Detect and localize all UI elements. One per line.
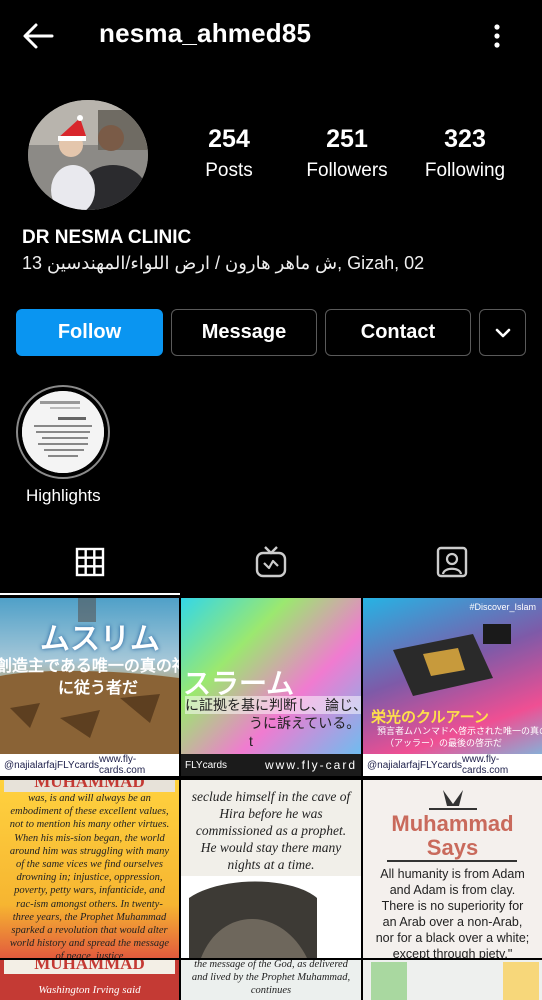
post-thumbnail[interactable]: ムスリム 創造主である唯一の真の神 に従う者だ @najialarfaj FLY… bbox=[0, 598, 179, 776]
message-button[interactable]: Message bbox=[171, 309, 317, 356]
following-count: 323 bbox=[444, 125, 486, 153]
post-banner: MUHAMMAD bbox=[4, 960, 175, 974]
post-art bbox=[371, 962, 539, 1000]
post-text: All humanity is from Adam and Adam is fr… bbox=[375, 867, 530, 958]
stat-following[interactable]: 323 Following bbox=[418, 125, 512, 182]
post-thumbnail[interactable]: Muhammad Says All humanity is from Adam … bbox=[363, 780, 542, 958]
post-line: （アッラー）の最後の啓示だ bbox=[385, 738, 503, 748]
post-thumbnail[interactable]: MUHAMMAD Washington Irving said bbox=[0, 960, 179, 1000]
highlight-thumbnail bbox=[22, 391, 104, 473]
highlight-cover bbox=[22, 391, 104, 473]
post-text: the message of the God, as delivered and… bbox=[191, 960, 351, 996]
post-title: 栄光のクルアーン bbox=[371, 709, 489, 726]
post-url: www.fly-cards.com bbox=[462, 754, 509, 776]
contact-button[interactable]: Contact bbox=[325, 309, 471, 356]
post-thumbnail[interactable]: スラーム に証拠を基に判断し、論じ、思い うに訴えている。t FLYcards … bbox=[181, 598, 361, 776]
post-thumbnail[interactable]: the message of the God, as delivered and… bbox=[181, 960, 361, 1000]
following-label: Following bbox=[424, 160, 506, 181]
post-brand: FLYcards bbox=[419, 759, 463, 771]
posts-count: 254 bbox=[208, 125, 250, 153]
post-thumbnail[interactable]: seclude himself in the cave of Hira befo… bbox=[181, 780, 361, 958]
stat-followers[interactable]: 251 Followers bbox=[300, 125, 394, 182]
post-thumbnail[interactable]: MUHAMMAD was, is and will always be an e… bbox=[0, 780, 179, 958]
post-line: 預言者ムハンマドへ啓示された唯一の真の神 bbox=[377, 726, 542, 736]
post-footer: @najialarfaj FLYcards www.fly-cards.com bbox=[363, 754, 542, 776]
posts-label: Posts bbox=[205, 160, 253, 181]
post-text: Washington Irving said bbox=[38, 984, 141, 996]
followers-label: Followers bbox=[306, 160, 388, 181]
post-line: うに訴えている。t bbox=[249, 715, 361, 749]
post-grid: ムスリム 創造主である唯一の真の神 に従う者だ @najialarfaj FLY… bbox=[0, 598, 542, 1000]
followers-count: 251 bbox=[326, 125, 368, 153]
post-line: に証拠を基に判断し、論じ、思い bbox=[185, 696, 361, 714]
bio-address[interactable]: 13 ش ماهر هارون / ارض اللواء/المهندسين, … bbox=[22, 253, 424, 274]
bio-name: DR NESMA CLINIC bbox=[22, 227, 192, 248]
post-line: 創造主である唯一の真の神 bbox=[0, 658, 179, 675]
grid-icon[interactable] bbox=[72, 544, 108, 580]
post-art bbox=[181, 876, 361, 958]
post-thumbnail[interactable] bbox=[363, 960, 542, 1000]
follow-button[interactable]: Follow bbox=[16, 309, 163, 356]
post-url: www.fly-cards.com bbox=[99, 754, 146, 776]
top-bar: nesma_ahmed85 bbox=[0, 0, 542, 70]
post-title: Muhammad Says bbox=[391, 811, 514, 860]
post-thumbnail[interactable]: #Discover_Islam 栄光のクルアーン 預言者ムハンマドへ啓示された唯… bbox=[363, 598, 542, 776]
post-brand: FLYcards bbox=[56, 759, 100, 771]
post-handle: @najialarfaj bbox=[367, 759, 420, 771]
post-text: was, is and will always be an embodiment… bbox=[9, 793, 170, 958]
post-handle: @najialarfaj bbox=[4, 759, 57, 771]
post-url: www.fly-card bbox=[264, 758, 357, 772]
arrow-left-icon[interactable] bbox=[20, 18, 56, 54]
chevron-down-icon bbox=[495, 328, 510, 337]
igtv-icon[interactable] bbox=[253, 544, 289, 580]
post-banner: MUHAMMAD bbox=[4, 780, 175, 792]
highlight-label: Highlights bbox=[26, 486, 101, 505]
tagged-user-icon[interactable] bbox=[434, 544, 470, 580]
avatar-photo bbox=[28, 100, 148, 210]
suggested-accounts-button[interactable] bbox=[479, 309, 526, 356]
post-brand: FLYcards bbox=[185, 759, 228, 771]
profile-avatar[interactable] bbox=[28, 100, 148, 210]
profile-username: nesma_ahmed85 bbox=[99, 18, 312, 48]
post-art bbox=[393, 624, 511, 696]
stat-posts[interactable]: 254 Posts bbox=[192, 125, 266, 182]
active-tab-indicator bbox=[0, 593, 180, 595]
post-footer: FLYcards www.fly-card bbox=[181, 754, 361, 776]
highlight-item[interactable] bbox=[16, 385, 110, 479]
profile-tabs bbox=[0, 530, 542, 596]
post-footer: @najialarfaj FLYcards www.fly-cards.com bbox=[0, 754, 179, 776]
vertical-dots-icon[interactable] bbox=[482, 20, 512, 52]
post-line: に従う者だ bbox=[58, 680, 139, 697]
